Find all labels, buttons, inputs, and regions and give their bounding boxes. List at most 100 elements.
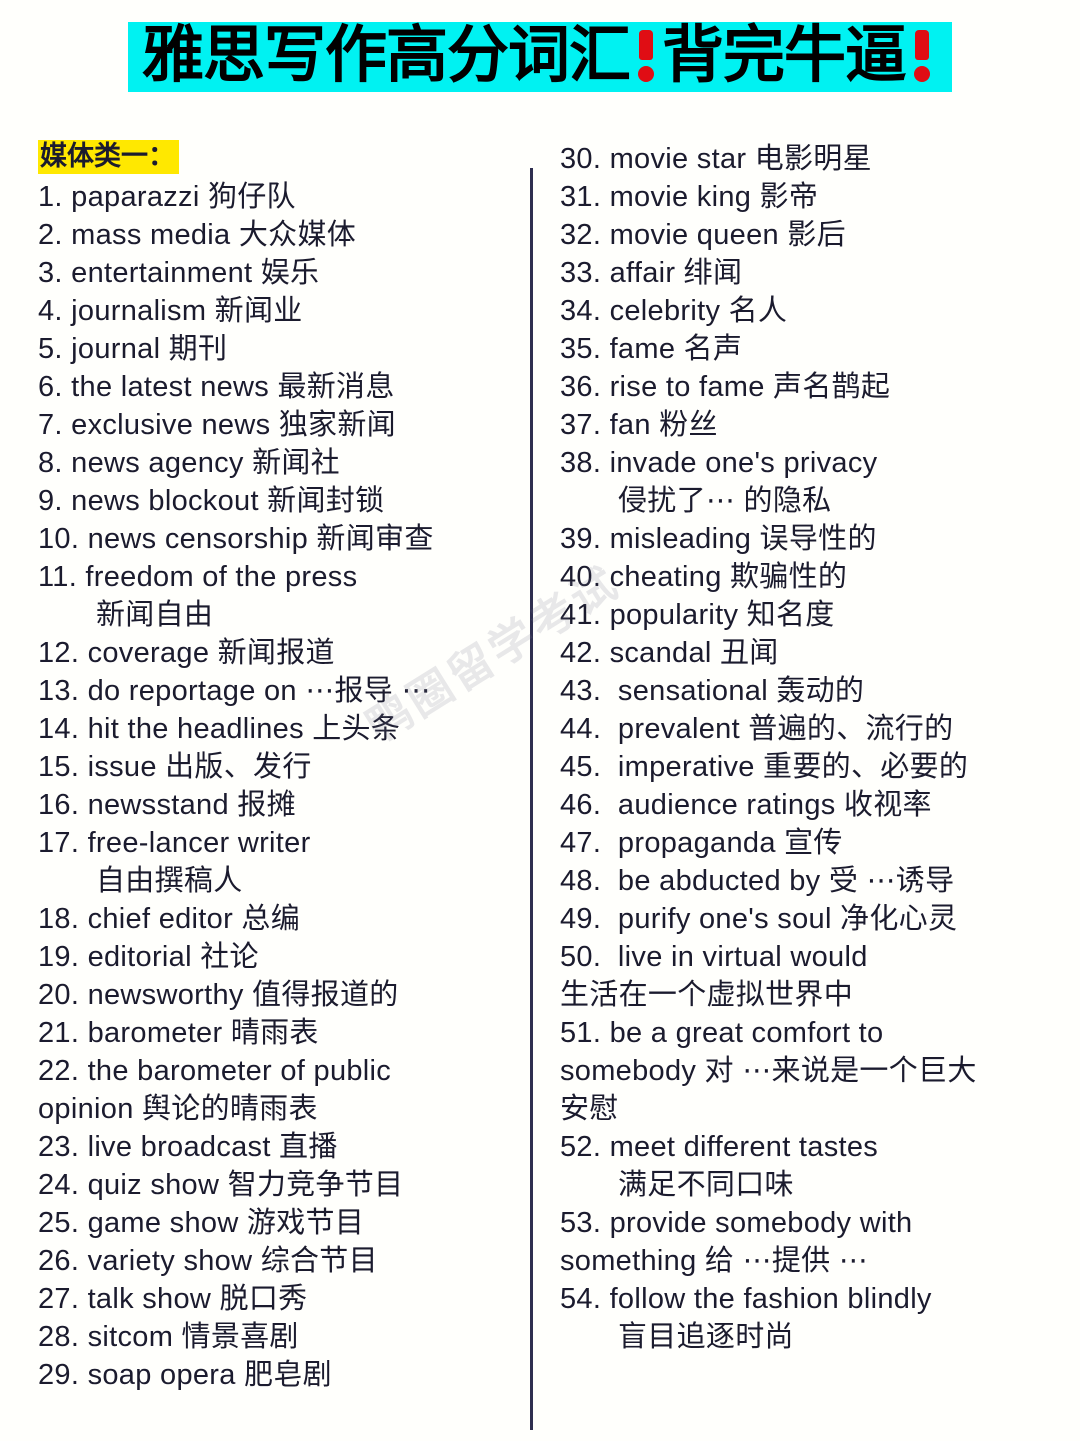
vocab-item: 9. news blockout 新闻封锁 <box>38 482 518 520</box>
vocab-item: 15. issue 出版、发行 <box>38 748 518 786</box>
vocab-item-text: news agency 新闻社 <box>62 446 340 479</box>
vocab-item: 21. barometer 晴雨表 <box>38 1014 518 1052</box>
vocab-item: 3. entertainment 娱乐 <box>38 254 518 292</box>
exclamation-icon-1 <box>634 26 658 84</box>
column-divider <box>530 168 533 1430</box>
vocab-item-continuation: 自由撰稿人 <box>96 864 243 897</box>
vocab-item-number: 5. <box>38 332 63 365</box>
title-text-part1: 雅思写作高分词汇 <box>141 18 631 91</box>
vocab-item: 34. celebrity 名人 <box>560 292 1060 330</box>
right-column: 30. movie star 电影明星 31. movie king 影帝 32. … <box>560 140 1060 1356</box>
vocab-item-continuation: somebody 对 ⋯来说是一个巨大 安慰 <box>560 1055 977 1125</box>
vocab-item: 24. quiz show 智力竞争节目 <box>38 1166 518 1204</box>
vocab-item: 26. variety show 综合节目 <box>38 1242 518 1280</box>
vocab-item-number: 22. <box>38 1054 80 1087</box>
vocab-item-text: live broadcast 直播 <box>79 1130 338 1163</box>
vocab-item-number: 52. <box>560 1131 602 1163</box>
vocab-item: 1. paparazzi 狗仔队 <box>38 178 518 216</box>
vocab-item-number: 13. <box>38 674 80 707</box>
vocab-item-text: paparazzi 狗仔队 <box>62 180 296 213</box>
vocab-item-text: newsworthy 值得报道的 <box>79 978 399 1011</box>
vocab-item-text: talk show 脱口秀 <box>79 1282 308 1315</box>
vocab-item-text: movie queen 影后 <box>601 219 846 251</box>
vocab-item: 35. fame 名声 <box>560 330 1060 368</box>
vocab-item-number: 44. <box>560 713 602 745</box>
vocab-item-text: popularity 知名度 <box>601 599 835 631</box>
vocab-item-text: coverage 新闻报道 <box>79 636 335 669</box>
section-header-label: 媒体类一： <box>38 140 179 174</box>
title-banner: 雅思写作高分词汇 背完牛逼 <box>127 22 953 92</box>
vocab-item-number: 35. <box>560 333 602 365</box>
vocab-item-text: quiz show 智力竞争节目 <box>79 1168 404 1201</box>
left-vocab-list: 1. paparazzi 狗仔队 2. mass media 大众媒体 3. ent… <box>38 178 518 1394</box>
vocab-item-number: 19. <box>38 940 80 973</box>
vocab-item: 4. journalism 新闻业 <box>38 292 518 330</box>
vocab-item-number: 15. <box>38 750 80 783</box>
vocab-item: 52. meet different tastes 满足不同口味 <box>560 1128 1060 1204</box>
vocab-item: 44. prevalent 普遍的、流行的 <box>560 710 1060 748</box>
vocab-item-continuation: 盲目追逐时尚 <box>618 1321 794 1353</box>
vocab-item-number: 46. <box>560 789 602 821</box>
vocab-item: 12. coverage 新闻报道 <box>38 634 518 672</box>
vocab-item: 27. talk show 脱口秀 <box>38 1280 518 1318</box>
vocab-item-number: 4. <box>38 294 63 327</box>
vocab-item: 31. movie king 影帝 <box>560 178 1060 216</box>
vocab-item-number: 36. <box>560 371 602 403</box>
vocab-item-text: movie star 电影明星 <box>601 143 872 175</box>
vocab-item-text: game show 游戏节目 <box>79 1206 365 1239</box>
vocab-item-number: 17. <box>38 826 80 859</box>
vocab-item-number: 12. <box>38 636 80 669</box>
vocab-item-text: imperative 重要的、必要的 <box>601 751 969 783</box>
vocab-item: 40. cheating 欺骗性的 <box>560 558 1060 596</box>
vocab-item: 42. scandal 丑闻 <box>560 634 1060 672</box>
vocab-item-number: 3. <box>38 256 63 289</box>
vocab-item-text: fan 粉丝 <box>601 409 718 441</box>
vocab-item-continuation: 新闻自由 <box>96 598 214 631</box>
vocab-item: 7. exclusive news 独家新闻 <box>38 406 518 444</box>
vocab-item-text: affair 绯闻 <box>601 257 743 289</box>
vocab-item: 25. game show 游戏节目 <box>38 1204 518 1242</box>
vocab-item: 46. audience ratings 收视率 <box>560 786 1060 824</box>
vocab-item: 45. imperative 重要的、必要的 <box>560 748 1060 786</box>
vocab-item-number: 11. <box>38 560 78 593</box>
vocab-item: 5. journal 期刊 <box>38 330 518 368</box>
vocab-item: 2. mass media 大众媒体 <box>38 216 518 254</box>
vocab-item-text: purify one's soul 净化心灵 <box>601 903 958 935</box>
vocab-item-text: journal 期刊 <box>62 332 228 365</box>
vocab-item: 6. the latest news 最新消息 <box>38 368 518 406</box>
vocab-item-number: 49. <box>560 903 602 935</box>
vocab-item-text: provide somebody with <box>601 1207 913 1239</box>
vocab-item-text: barometer 晴雨表 <box>79 1016 319 1049</box>
vocab-item-number: 28. <box>38 1320 80 1353</box>
vocab-item-number: 33. <box>560 257 602 289</box>
vocab-item-text: do reportage on ⋯报导 ⋯ <box>79 674 431 707</box>
vocab-item-number: 8. <box>38 446 63 479</box>
vocab-item-text: be a great comfort to <box>601 1017 884 1049</box>
vocab-item-text: variety show 综合节目 <box>79 1244 378 1277</box>
vocab-item-number: 21. <box>38 1016 80 1049</box>
vocab-item-number: 42. <box>560 637 602 669</box>
vocab-item: 10. news censorship 新闻审查 <box>38 520 518 558</box>
vocab-item-text: freedom of the press <box>77 560 358 593</box>
vocab-item-number: 9. <box>38 484 63 517</box>
vocab-item-text: hit the headlines 上头条 <box>79 712 401 745</box>
vocab-item-text: audience ratings 收视率 <box>601 789 932 821</box>
vocab-item-number: 7. <box>38 408 63 441</box>
vocab-item: 38. invade one's privacy 侵扰了⋯ 的隐私 <box>560 444 1060 520</box>
vocab-item-number: 14. <box>38 712 80 745</box>
vocab-item-continuation: opinion 舆论的晴雨表 <box>38 1092 318 1125</box>
vocab-item: 33. affair 绯闻 <box>560 254 1060 292</box>
vocab-item: 30. movie star 电影明星 <box>560 140 1060 178</box>
vocab-item-number: 51. <box>560 1017 602 1049</box>
title-text-part2: 背完牛逼 <box>662 18 907 91</box>
vocab-item: 11. freedom of the press 新闻自由 <box>38 558 518 634</box>
vocab-item-text: the latest news 最新消息 <box>62 370 395 403</box>
vocab-item-text: follow the fashion blindly <box>601 1283 932 1315</box>
vocab-item: 37. fan 粉丝 <box>560 406 1060 444</box>
vocab-item-text: the barometer of public <box>79 1054 392 1087</box>
vocab-item-text: chief editor 总编 <box>79 902 300 935</box>
vocab-item-text: rise to fame 声名鹊起 <box>601 371 891 403</box>
vocab-item: 16. newsstand 报摊 <box>38 786 518 824</box>
vocab-item-text: free-lancer writer <box>79 826 311 859</box>
left-column: 媒体类一： 1. paparazzi 狗仔队 2. mass media 大众媒体… <box>38 140 518 1394</box>
